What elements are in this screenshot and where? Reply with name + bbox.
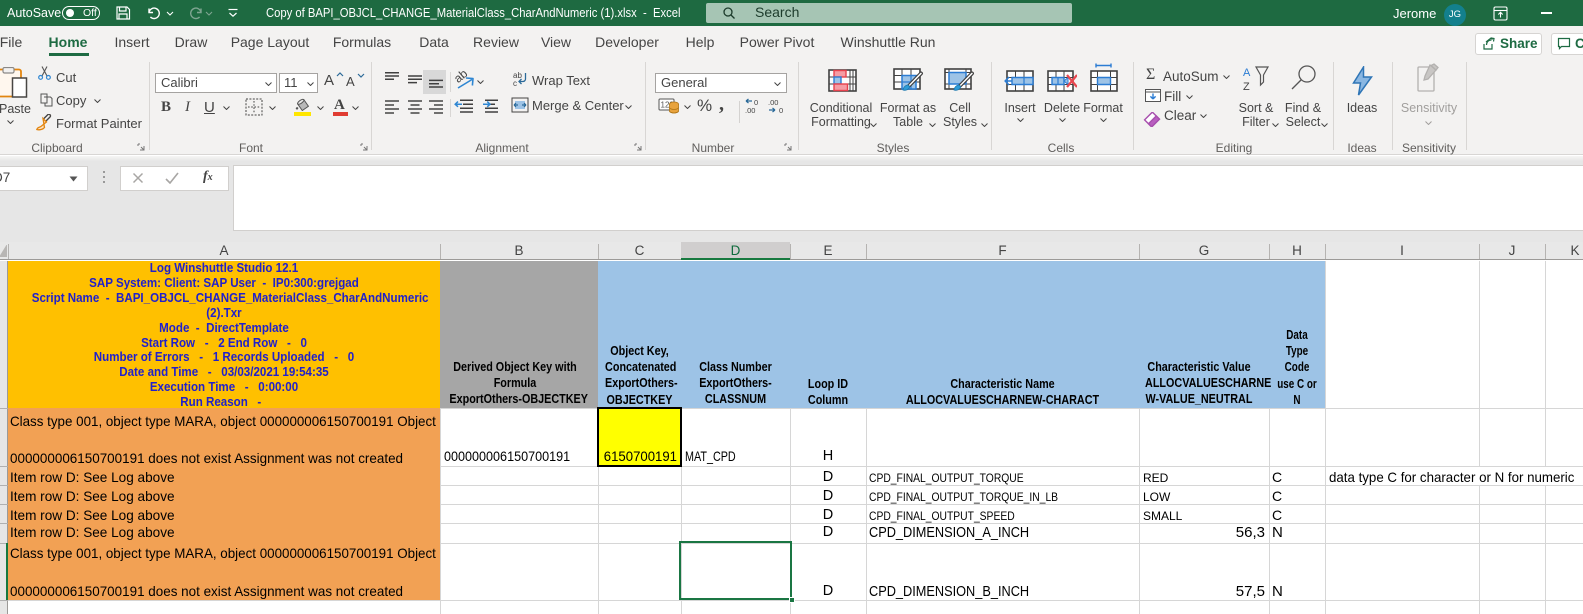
svg-text:Z: Z — [1243, 81, 1250, 92]
svg-text:0: 0 — [779, 106, 783, 114]
svg-text:.00: .00 — [745, 106, 755, 114]
svg-text:.00: .00 — [768, 98, 778, 107]
svg-text:A: A — [1243, 67, 1251, 79]
svg-text:c: c — [513, 79, 517, 87]
